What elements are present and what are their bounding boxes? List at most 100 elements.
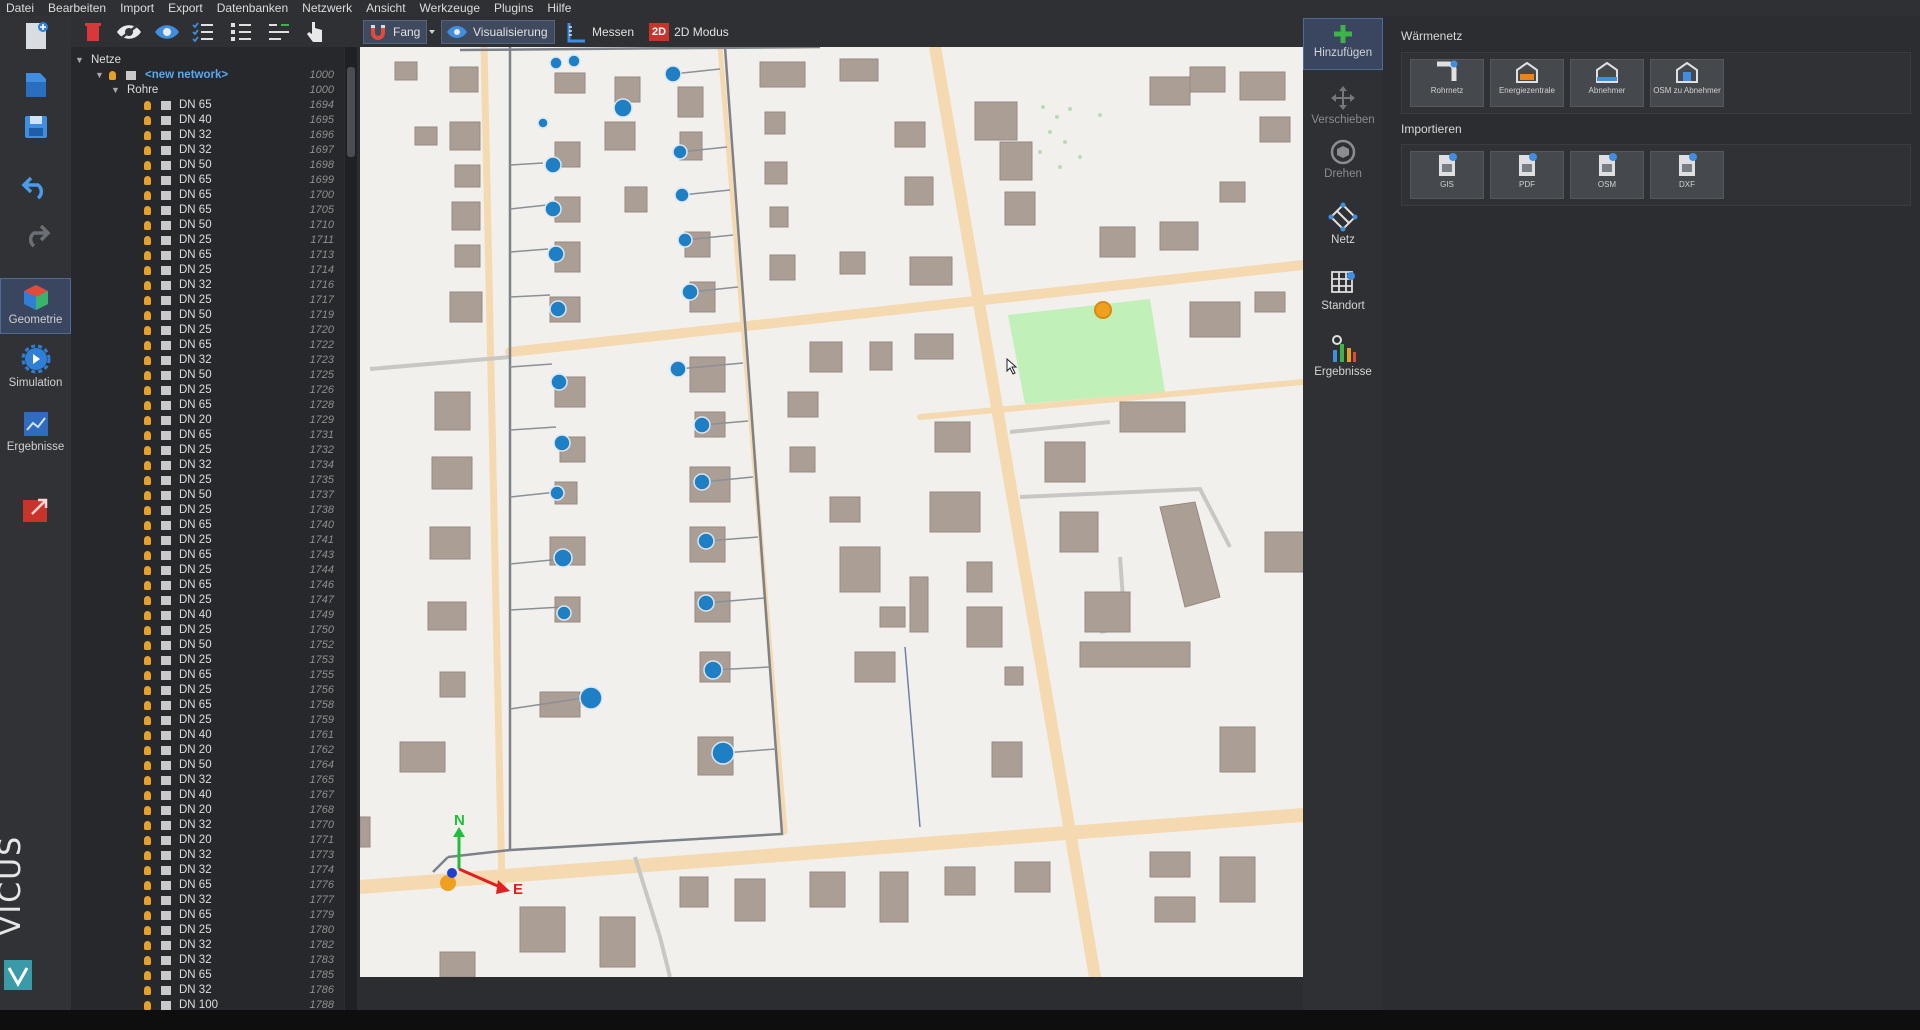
- tree-pipes-node[interactable]: ▼ Rohre 1000: [71, 83, 344, 98]
- pipe-tree-row[interactable]: DN 65 1740: [71, 518, 344, 533]
- mode-2d-button[interactable]: 2D 2D Modus: [649, 20, 729, 44]
- expand-arrow-icon[interactable]: ▼: [75, 53, 84, 68]
- visibility-bulb-icon[interactable]: [144, 206, 151, 215]
- consumer-node[interactable]: [711, 741, 735, 765]
- menu-item[interactable]: Netzwerk: [295, 0, 359, 16]
- menu-item[interactable]: Ansicht: [359, 0, 412, 16]
- consumer-node[interactable]: [697, 594, 715, 612]
- pipe-tree-row[interactable]: DN 50 1752: [71, 638, 344, 653]
- import-pdf-button[interactable]: PDF: [1490, 151, 1564, 199]
- pipe-tree-row[interactable]: DN 32 1786: [71, 983, 344, 998]
- visibility-bulb-icon[interactable]: [144, 971, 151, 980]
- visibility-bulb-icon[interactable]: [144, 941, 151, 950]
- visibility-bulb-icon[interactable]: [144, 701, 151, 710]
- consumer-node[interactable]: [553, 548, 573, 568]
- pipe-tree-row[interactable]: DN 65 1728: [71, 398, 344, 413]
- osm-to-consumer-button[interactable]: OSM zu Abnehmer: [1650, 59, 1724, 107]
- consumer-node[interactable]: [613, 98, 633, 118]
- visibility-bulb-icon[interactable]: [144, 221, 151, 230]
- tree-network-node[interactable]: ▼ <new network> 1000: [71, 68, 344, 83]
- visibility-bulb-icon[interactable]: [144, 266, 151, 275]
- visibility-bulb-icon[interactable]: [109, 71, 116, 80]
- pipe-tree-row[interactable]: DN 32 1783: [71, 953, 344, 968]
- pipe-tree-row[interactable]: DN 25 1717: [71, 293, 344, 308]
- consumer-node[interactable]: [664, 65, 682, 83]
- visibility-bulb-icon[interactable]: [144, 581, 151, 590]
- consumer-node[interactable]: [544, 156, 562, 174]
- tree-root-netze[interactable]: ▼ Netze: [71, 53, 344, 68]
- visibility-bulb-icon[interactable]: [144, 131, 151, 140]
- pipe-tree-row[interactable]: DN 25 1732: [71, 443, 344, 458]
- pipe-tree-row[interactable]: DN 65 1785: [71, 968, 344, 983]
- consumer-node[interactable]: [672, 144, 688, 160]
- visibility-bulb-icon[interactable]: [144, 176, 151, 185]
- pointer-button[interactable]: [305, 20, 325, 44]
- hide-button[interactable]: [115, 20, 143, 44]
- consumer-node[interactable]: [549, 56, 563, 70]
- pipe-tree-row[interactable]: DN 32 1696: [71, 128, 344, 143]
- visibility-bulb-icon[interactable]: [144, 641, 151, 650]
- pipe-tree-row[interactable]: DN 25 1759: [71, 713, 344, 728]
- site-button[interactable]: Standort: [1303, 268, 1383, 312]
- pipe-tree-row[interactable]: DN 65 1743: [71, 548, 344, 563]
- menu-item[interactable]: Datei: [0, 0, 41, 16]
- 3d-viewport[interactable]: N E: [360, 47, 1303, 977]
- visibility-bulb-icon[interactable]: [144, 431, 151, 440]
- menu-item[interactable]: Import: [113, 0, 161, 16]
- visibility-bulb-icon[interactable]: [144, 806, 151, 815]
- pipe-tree-row[interactable]: DN 25 1780: [71, 923, 344, 938]
- delete-button[interactable]: [83, 20, 103, 44]
- visibility-bulb-icon[interactable]: [144, 926, 151, 935]
- import-dxf-button[interactable]: DXF: [1650, 151, 1724, 199]
- pipe-tree-row[interactable]: DN 32 1723: [71, 353, 344, 368]
- pipe-tree-row[interactable]: DN 25 1741: [71, 533, 344, 548]
- results-button[interactable]: Ergebnisse: [1303, 334, 1383, 378]
- pipe-tree-row[interactable]: DN 65 1713: [71, 248, 344, 263]
- pipe-tree-row[interactable]: DN 65 1705: [71, 203, 344, 218]
- invert-selection-button[interactable]: [267, 20, 291, 44]
- consumer-node[interactable]: [681, 283, 699, 301]
- pipe-tree-row[interactable]: DN 20 1771: [71, 833, 344, 848]
- pipe-tree-row[interactable]: DN 65 1758: [71, 698, 344, 713]
- visibility-bulb-icon[interactable]: [144, 491, 151, 500]
- visibility-bulb-icon[interactable]: [144, 911, 151, 920]
- pipe-tree-row[interactable]: DN 20 1729: [71, 413, 344, 428]
- redo-button[interactable]: [0, 222, 71, 248]
- pipe-tree-row[interactable]: DN 32 1777: [71, 893, 344, 908]
- rotate-button[interactable]: Drehen: [1303, 138, 1383, 180]
- visibility-bulb-icon[interactable]: [144, 596, 151, 605]
- pipe-tree-row[interactable]: DN 65 1722: [71, 338, 344, 353]
- visualization-toggle[interactable]: Visualisierung: [441, 20, 555, 44]
- pipe-tree-row[interactable]: DN 32 1782: [71, 938, 344, 953]
- pipe-tree-row[interactable]: DN 65 1694: [71, 98, 344, 113]
- consumer-node[interactable]: [669, 360, 687, 378]
- pipe-tree-row[interactable]: DN 25 1711: [71, 233, 344, 248]
- visibility-bulb-icon[interactable]: [144, 146, 151, 155]
- network-button[interactable]: Netz: [1303, 202, 1383, 246]
- pipe-tree-row[interactable]: DN 32 1773: [71, 848, 344, 863]
- visibility-bulb-icon[interactable]: [144, 191, 151, 200]
- consumer-node[interactable]: [703, 660, 723, 680]
- consumer-node[interactable]: [549, 485, 565, 501]
- pipe-tree-row[interactable]: DN 25 1726: [71, 383, 344, 398]
- visibility-bulb-icon[interactable]: [144, 506, 151, 515]
- visibility-bulb-icon[interactable]: [144, 731, 151, 740]
- import-gis-button[interactable]: GIS: [1410, 151, 1484, 199]
- visibility-bulb-icon[interactable]: [144, 791, 151, 800]
- open-project-button[interactable]: [0, 68, 71, 100]
- deselect-button[interactable]: [229, 20, 253, 44]
- pipe-tree-row[interactable]: DN 65 1779: [71, 908, 344, 923]
- visibility-bulb-icon[interactable]: [144, 371, 151, 380]
- consumer-node[interactable]: [697, 532, 715, 550]
- visibility-bulb-icon[interactable]: [144, 446, 151, 455]
- visibility-bulb-icon[interactable]: [144, 116, 151, 125]
- visibility-bulb-icon[interactable]: [144, 251, 151, 260]
- pipe-tree-row[interactable]: DN 32 1770: [71, 818, 344, 833]
- pipe-tree-row[interactable]: DN 25 1738: [71, 503, 344, 518]
- visibility-bulb-icon[interactable]: [144, 686, 151, 695]
- visibility-bulb-icon[interactable]: [144, 386, 151, 395]
- consumer-node[interactable]: [553, 434, 571, 452]
- visibility-bulb-icon[interactable]: [144, 986, 151, 995]
- simulation-mode-button[interactable]: Simulation: [0, 344, 71, 389]
- pipe-tree-row[interactable]: DN 50 1719: [71, 308, 344, 323]
